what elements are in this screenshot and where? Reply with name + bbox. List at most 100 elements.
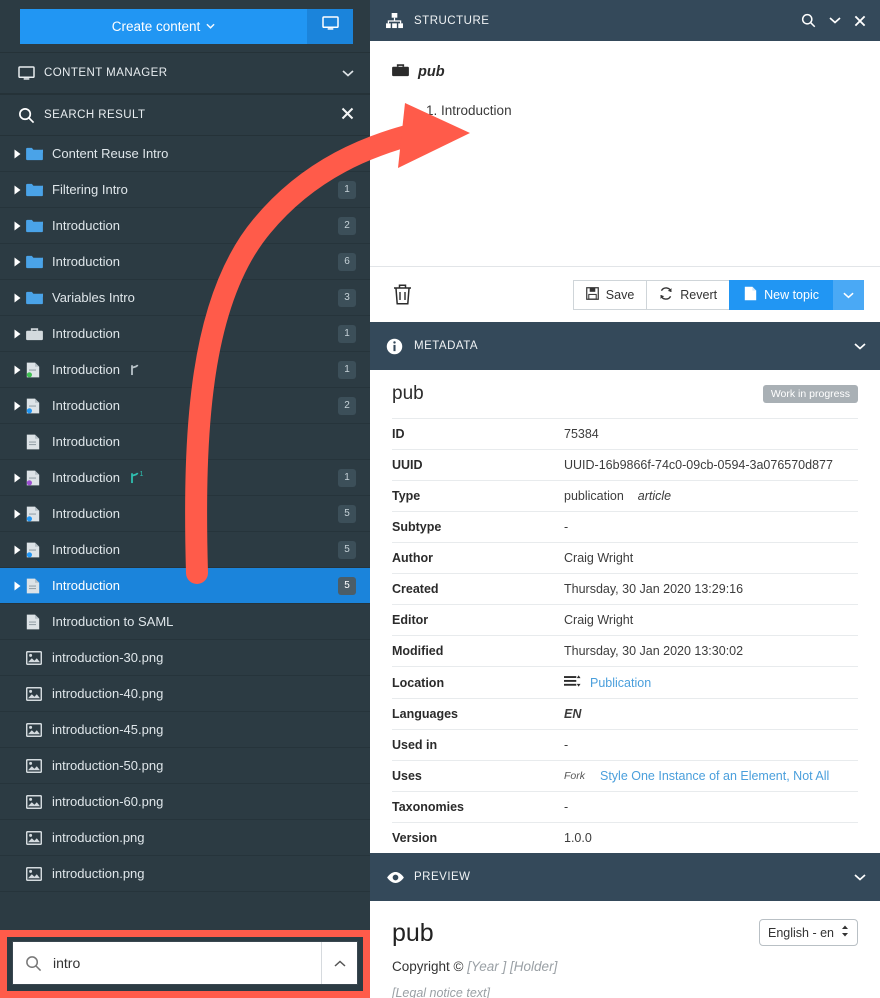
sidebar-item-content-manager[interactable]: CONTENT MANAGER	[0, 52, 370, 94]
tree-row[interactable]: introduction.png	[0, 820, 370, 856]
sitemap-icon	[386, 13, 414, 29]
tree-row[interactable]: Introduction1	[0, 316, 370, 352]
tree-row-label: Filtering Intro	[52, 182, 128, 197]
tree-row-label: introduction-30.png	[52, 650, 163, 665]
tree-row[interactable]: Introduction2	[0, 208, 370, 244]
tree-row[interactable]: Filtering Intro1	[0, 172, 370, 208]
metadata-value[interactable]: Style One Instance of an Element, Not Al…	[600, 769, 829, 783]
document-green-icon	[26, 362, 52, 378]
metadata-item-title: pub	[392, 383, 763, 405]
expand-arrow-icon[interactable]	[8, 149, 26, 159]
metadata-row: Taxonomies-	[392, 792, 858, 823]
briefcase-icon	[26, 327, 52, 341]
tree-row[interactable]: introduction-60.png	[0, 784, 370, 820]
preview-monitor-button[interactable]	[307, 9, 353, 44]
metadata-value-cell: publicationarticle	[564, 481, 858, 512]
metadata-value-cell: 75384	[564, 419, 858, 450]
tree-row[interactable]: Introduction	[0, 424, 370, 460]
metadata-row: UsesForkStyle One Instance of an Element…	[392, 761, 858, 792]
tree-row[interactable]: introduction.png	[0, 856, 370, 892]
revert-button[interactable]: Revert	[646, 280, 730, 310]
metadata-row: Subtype-	[392, 512, 858, 543]
expand-arrow-icon[interactable]	[8, 257, 26, 267]
close-icon[interactable]	[854, 15, 866, 27]
expand-arrow-icon[interactable]	[8, 545, 26, 555]
tree-row[interactable]: Introduction5	[0, 568, 370, 604]
metadata-row: Used in-	[392, 730, 858, 761]
tree-row[interactable]: introduction-30.png	[0, 640, 370, 676]
document-icon	[744, 286, 757, 304]
tree-row[interactable]: introduction-45.png	[0, 712, 370, 748]
expand-arrow-icon[interactable]	[8, 365, 26, 375]
expand-arrow-icon[interactable]	[8, 509, 26, 519]
metadata-value-cell: Craig Wright	[564, 605, 858, 636]
metadata-value: Craig Wright	[564, 613, 633, 627]
tree-row-label: introduction.png	[52, 830, 145, 845]
structure-item[interactable]: 1. Introduction	[426, 103, 880, 118]
document-icon	[26, 614, 52, 630]
search-icon[interactable]	[801, 13, 816, 28]
close-icon[interactable]	[341, 107, 354, 123]
metadata-key: Version	[392, 823, 564, 854]
expand-arrow-icon[interactable]	[8, 329, 26, 339]
metadata-value: 75384	[564, 427, 599, 441]
tree-row[interactable]: Introduction2	[0, 388, 370, 424]
expand-arrow-icon[interactable]	[8, 293, 26, 303]
create-content-label: Create content	[112, 19, 201, 34]
chevron-down-icon[interactable]	[854, 874, 866, 881]
chevron-down-icon[interactable]	[829, 17, 841, 24]
metadata-value: publication	[564, 489, 624, 503]
tree-row[interactable]: Introduction5	[0, 532, 370, 568]
create-content-button[interactable]: Create content	[20, 9, 307, 44]
preview-title: PREVIEW	[414, 871, 854, 883]
chevron-down-icon[interactable]	[342, 66, 354, 80]
expand-arrow-icon[interactable]	[8, 401, 26, 411]
tree-row-badge: 3	[338, 289, 356, 307]
tree-row[interactable]: introduction-50.png	[0, 748, 370, 784]
briefcase-icon	[392, 63, 409, 81]
tree-row[interactable]: Introduction5	[0, 496, 370, 532]
tree-row-badge: 5	[338, 541, 356, 559]
metadata-value: -	[564, 520, 568, 534]
expand-arrow-icon[interactable]	[8, 473, 26, 483]
tree-row[interactable]: Introduction to SAML	[0, 604, 370, 640]
tree-row[interactable]: Content Reuse Intro	[0, 136, 370, 172]
monitor-icon	[18, 66, 44, 81]
tree-row[interactable]: Variables Intro3	[0, 280, 370, 316]
metadata-value[interactable]: Publication	[590, 676, 651, 690]
metadata-panel-header: METADATA	[370, 322, 880, 370]
tree-row[interactable]: Introduction1	[0, 352, 370, 388]
expand-arrow-icon[interactable]	[8, 581, 26, 591]
metadata-title: METADATA	[414, 340, 854, 352]
tree-row-label: Introduction	[52, 470, 120, 485]
save-button[interactable]: Save	[573, 280, 648, 310]
tree-row[interactable]: Introduction11	[0, 460, 370, 496]
tree-row[interactable]: Introduction6	[0, 244, 370, 280]
tree-row-label: Content Reuse Intro	[52, 146, 168, 161]
new-topic-dropdown-button[interactable]	[833, 280, 864, 310]
folder-icon	[26, 291, 52, 305]
sidebar-item-search-result[interactable]: SEARCH RESULT	[0, 94, 370, 136]
structure-item-number: 1.	[426, 103, 437, 118]
tree-row-label: Introduction	[52, 506, 120, 521]
tree-row-badge: 1	[338, 469, 356, 487]
metadata-key: Taxonomies	[392, 792, 564, 823]
trash-icon[interactable]	[392, 283, 413, 306]
tree-row[interactable]: introduction-40.png	[0, 676, 370, 712]
metadata-value-cell: -	[564, 730, 858, 761]
metadata-row: LocationPublication	[392, 667, 858, 699]
preview-panel-header: PREVIEW	[370, 853, 880, 901]
language-select[interactable]: English - en	[759, 919, 858, 946]
metadata-key: Used in	[392, 730, 564, 761]
expand-arrow-icon[interactable]	[8, 221, 26, 231]
search-box	[12, 941, 358, 985]
tree-row-badge: 2	[338, 397, 356, 415]
search-input[interactable]	[53, 955, 321, 971]
tree-row-badge: 5	[338, 577, 356, 595]
expand-arrow-icon[interactable]	[8, 185, 26, 195]
chevron-down-icon[interactable]	[854, 343, 866, 350]
metadata-value: UUID-16b9866f-74c0-09cb-0594-3a076570d87…	[564, 458, 833, 472]
new-topic-button[interactable]: New topic	[729, 280, 834, 310]
structure-root-node[interactable]: pub	[392, 63, 880, 81]
search-expand-button[interactable]	[321, 942, 357, 984]
